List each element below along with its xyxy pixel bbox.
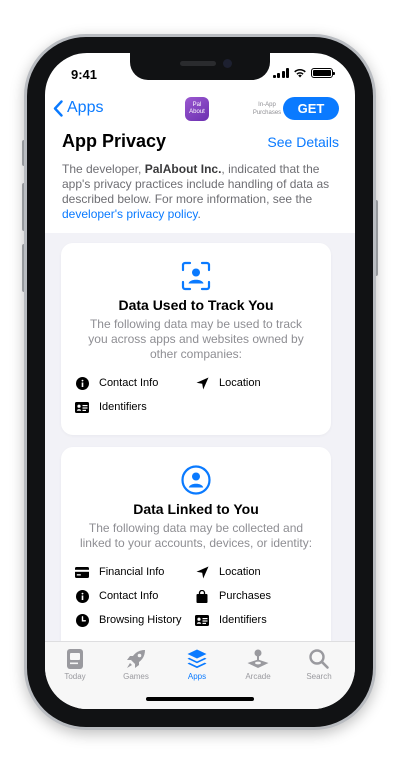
- tab-label: Search: [306, 672, 332, 681]
- home-indicator[interactable]: [146, 697, 254, 701]
- category-identifiers: Identifiers: [195, 613, 315, 627]
- intro-suffix: .: [197, 207, 201, 221]
- clock-icon: [75, 613, 89, 627]
- category-label: Location: [219, 566, 261, 578]
- category-label: Contact Info: [99, 377, 159, 389]
- back-button[interactable]: Apps: [53, 99, 103, 117]
- privacy-intro: App Privacy See Details The developer, P…: [45, 127, 355, 233]
- card-title: Data Used to Track You: [118, 297, 274, 313]
- category-label: Identifiers: [219, 614, 267, 626]
- card-track-you[interactable]: Data Used to Track You The following dat…: [61, 243, 331, 435]
- category-label: Financial Info: [99, 566, 165, 578]
- tab-label: Today: [64, 672, 86, 681]
- tracking-user-icon: [181, 261, 211, 291]
- cellular-signal-icon: [272, 68, 289, 78]
- joystick-icon: [247, 649, 269, 668]
- id-card-icon: [195, 614, 209, 626]
- developer-name: PalAbout Inc.: [144, 162, 222, 176]
- see-details-link[interactable]: See Details: [267, 134, 339, 150]
- chevron-left-icon: [53, 99, 63, 117]
- stack-icon: [187, 649, 207, 669]
- category-financial-info: Financial Info: [75, 565, 195, 579]
- status-time: 9:41: [71, 67, 98, 82]
- category-identifiers: Identifiers: [75, 400, 195, 414]
- navigation-bar: Apps Pal About In-App Purchases GET: [45, 93, 355, 127]
- magnifier-icon: [309, 649, 329, 669]
- get-button[interactable]: GET: [283, 97, 339, 120]
- privacy-section: App Privacy See Details The developer, P…: [45, 127, 355, 641]
- wifi-icon: [294, 68, 306, 78]
- tab-arcade[interactable]: Arcade: [233, 648, 283, 681]
- category-label: Purchases: [219, 590, 271, 602]
- status-icons: [272, 68, 335, 78]
- card-linked-to-you[interactable]: Data Linked to You The following data ma…: [61, 447, 331, 641]
- section-title: App Privacy: [62, 131, 167, 151]
- tab-label: Arcade: [245, 672, 271, 681]
- speaker-grille: [180, 61, 216, 66]
- shopping-bag-icon: [196, 589, 208, 603]
- notch: [130, 53, 270, 80]
- privacy-policy-link[interactable]: developer's privacy policy: [62, 207, 197, 221]
- back-label: Apps: [67, 99, 104, 116]
- info-icon: [75, 589, 89, 603]
- card-description: The following data may be collected and …: [79, 521, 313, 550]
- user-circle-icon: [181, 465, 211, 495]
- intro-prefix: The developer,: [62, 162, 145, 176]
- card-title: Data Linked to You: [133, 501, 259, 517]
- credit-card-icon: [75, 566, 89, 578]
- privacy-description: The developer, PalAbout Inc., indicated …: [62, 162, 339, 222]
- tab-label: Apps: [187, 672, 207, 681]
- tab-search[interactable]: Search: [294, 648, 344, 681]
- tab-today[interactable]: Today: [50, 648, 100, 681]
- category-label: Identifiers: [99, 401, 147, 413]
- tab-label: Games: [123, 672, 149, 681]
- location-arrow-icon: [196, 377, 208, 389]
- in-app-purchases-label: In-App Purchases: [252, 102, 282, 116]
- category-label: Browsing History: [99, 614, 182, 626]
- id-card-icon: [75, 401, 89, 413]
- category-browsing-history: Browsing History: [75, 613, 195, 627]
- category-label: Location: [219, 377, 261, 389]
- info-icon: [75, 376, 89, 390]
- location-arrow-icon: [196, 566, 208, 578]
- category-contact-info: Contact Info: [75, 589, 195, 603]
- category-location: Location: [195, 565, 315, 579]
- category-label: Contact Info: [99, 590, 159, 602]
- category-purchases: Purchases: [195, 589, 315, 603]
- category-contact-info: Contact Info: [75, 376, 195, 390]
- front-camera: [223, 59, 232, 68]
- category-location: Location: [195, 376, 315, 390]
- tab-apps[interactable]: Apps: [172, 648, 222, 681]
- today-icon: [67, 649, 83, 669]
- battery-icon: [311, 68, 335, 78]
- tab-games[interactable]: Games: [111, 648, 161, 681]
- phone-screen: 9:41 Apps Pal About In-App Purchases GET…: [45, 53, 355, 709]
- app-icon[interactable]: Pal About: [185, 97, 209, 121]
- card-description: The following data may be used to track …: [88, 317, 304, 361]
- rocket-icon: [127, 650, 145, 668]
